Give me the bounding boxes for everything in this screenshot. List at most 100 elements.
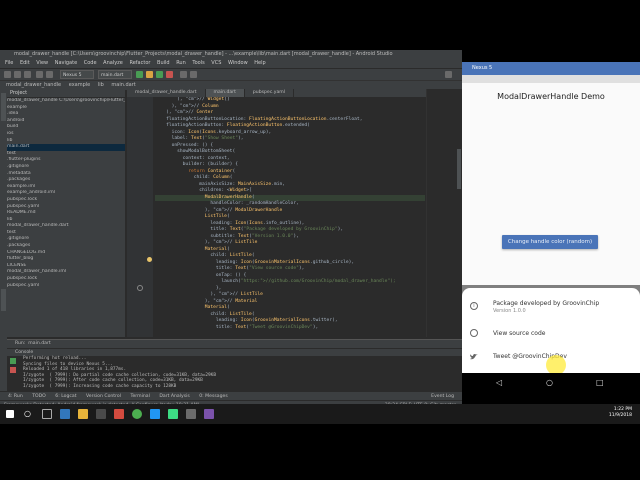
tree-item[interactable]: README.md xyxy=(7,210,125,217)
tool-run[interactable]: 4: Run xyxy=(8,394,23,399)
search-icon[interactable]: ○ xyxy=(24,409,33,418)
tree-item[interactable]: pubspec.lock xyxy=(7,197,125,204)
tree-item[interactable]: example xyxy=(7,105,125,112)
tree-item[interactable]: example_android.iml xyxy=(7,190,125,197)
tree-item[interactable]: lib xyxy=(7,217,125,224)
tree-item[interactable]: pubspec.lock xyxy=(7,276,125,283)
stop-icon[interactable] xyxy=(166,71,173,78)
menu-window[interactable]: Window xyxy=(228,60,248,66)
overview-icon[interactable]: □ xyxy=(596,378,604,387)
tree-item[interactable]: .metadata xyxy=(7,171,125,178)
tab-modal-drawer-handle[interactable]: modal_drawer_handle.dart xyxy=(127,89,206,97)
fold-icon[interactable] xyxy=(137,285,143,291)
stop-run-icon[interactable] xyxy=(10,367,16,373)
menu-file[interactable]: File xyxy=(5,60,13,66)
tree-item[interactable]: .packages xyxy=(7,177,125,184)
hot-reload-icon[interactable] xyxy=(146,71,153,78)
store-icon[interactable] xyxy=(96,409,106,419)
tree-item[interactable]: .flutter-plugins xyxy=(7,157,125,164)
vscode-icon[interactable] xyxy=(150,409,160,419)
tree-item[interactable]: test xyxy=(7,151,125,158)
tree-item[interactable]: .gitignore xyxy=(7,236,125,243)
code-editor[interactable]: ), "cm">// Widget[] ), "cm">// Column ),… xyxy=(155,97,425,337)
tree-item[interactable]: test xyxy=(7,230,125,237)
task-view-icon[interactable] xyxy=(42,409,52,419)
breadcrumb-item[interactable]: example xyxy=(69,82,91,88)
console-tab[interactable]: Console xyxy=(15,350,33,355)
sdk-manager-icon[interactable] xyxy=(180,71,187,78)
tree-item[interactable]: .packages xyxy=(7,243,125,250)
menu-refactor[interactable]: Refactor xyxy=(129,60,150,66)
debug-icon[interactable] xyxy=(156,71,163,78)
scroll-thumb[interactable] xyxy=(457,149,461,189)
tab-pubspec[interactable]: pubspec.yaml xyxy=(245,89,295,97)
list-item-title[interactable]: View source code xyxy=(493,330,545,337)
search-everywhere-icon[interactable] xyxy=(445,71,452,78)
taskbar-clock[interactable]: 1:22 PM 11/9/2018 xyxy=(609,407,632,419)
lightbulb-icon[interactable] xyxy=(147,257,152,262)
tree-item[interactable]: example.iml xyxy=(7,184,125,191)
tree-item[interactable]: lib xyxy=(7,138,125,145)
code-line[interactable]: title: Text("Tweet @GroovinChipDev"), xyxy=(155,325,425,332)
tree-item[interactable]: flutter_blog xyxy=(7,256,125,263)
menu-run[interactable]: Run xyxy=(176,60,186,66)
android-studio-icon[interactable] xyxy=(168,409,178,419)
tool-terminal[interactable]: Terminal xyxy=(130,394,149,399)
tree-item[interactable]: pubspec.yaml xyxy=(7,283,125,290)
tree-item[interactable]: CHANGELOG.md xyxy=(7,250,125,257)
code-line[interactable]: launch("https:">//github.com/GroovinChip… xyxy=(155,279,425,286)
mail-icon[interactable] xyxy=(114,409,124,419)
run-icon[interactable] xyxy=(136,71,143,78)
emulator-icon[interactable] xyxy=(186,409,196,419)
tree-item[interactable]: modal_drawer_handle.dart xyxy=(7,223,125,230)
tree-item[interactable]: modal_drawer_handle.iml xyxy=(7,269,125,276)
tree-item[interactable]: modal_drawer_handle C:\Users\groovinchip… xyxy=(7,98,125,105)
menu-tools[interactable]: Tools xyxy=(192,60,204,66)
editor-scrollbar[interactable] xyxy=(426,89,462,337)
breadcrumb-item[interactable]: lib xyxy=(98,82,104,88)
list-item-view-source[interactable]: View source code xyxy=(462,324,640,344)
chrome-icon[interactable] xyxy=(132,409,142,419)
tab-main-dart[interactable]: main.dart xyxy=(205,89,245,97)
run-tab[interactable]: main.dart xyxy=(28,341,50,346)
redo-icon[interactable] xyxy=(46,71,53,78)
menu-help[interactable]: Help xyxy=(254,60,265,66)
menu-code[interactable]: Code xyxy=(84,60,97,66)
windows-start-icon[interactable] xyxy=(6,410,14,418)
menu-edit[interactable]: Edit xyxy=(20,60,30,66)
tool-messages[interactable]: 0: Messages xyxy=(199,394,227,399)
app-icon[interactable] xyxy=(204,409,214,419)
tool-dart-analysis[interactable]: Dart Analysis xyxy=(159,394,189,399)
tree-item[interactable]: build xyxy=(7,124,125,131)
project-tool-tab[interactable] xyxy=(1,93,6,121)
menu-build[interactable]: Build xyxy=(157,60,170,66)
tree-item[interactable]: LICENSE xyxy=(7,263,125,270)
file-explorer-icon[interactable] xyxy=(78,409,88,419)
change-handle-color-button[interactable]: Change handle color (random) xyxy=(502,235,598,249)
tree-item[interactable]: .idea xyxy=(7,111,125,118)
menu-view[interactable]: View xyxy=(36,60,48,66)
rerun-icon[interactable] xyxy=(10,358,16,364)
back-icon[interactable]: ◁ xyxy=(496,378,502,387)
breadcrumb-item[interactable]: main.dart xyxy=(111,82,135,88)
tree-item[interactable]: pubspec.yaml xyxy=(7,204,125,211)
sync-icon[interactable] xyxy=(24,71,31,78)
undo-icon[interactable] xyxy=(36,71,43,78)
tree-item[interactable]: ios xyxy=(7,131,125,138)
save-icon[interactable] xyxy=(14,71,21,78)
open-folder-icon[interactable] xyxy=(4,71,11,78)
run-config-selector[interactable]: main.dart xyxy=(98,70,132,79)
avd-manager-icon[interactable] xyxy=(190,71,197,78)
menu-vcs[interactable]: VCS xyxy=(211,60,221,66)
tool-version-control[interactable]: Version Control xyxy=(86,394,121,399)
tree-item[interactable]: .gitignore xyxy=(7,164,125,171)
tree-item[interactable]: android xyxy=(7,118,125,125)
breadcrumb-item[interactable]: modal_drawer_handle xyxy=(6,82,61,88)
menu-analyze[interactable]: Analyze xyxy=(103,60,123,66)
structure-tool-tab[interactable] xyxy=(1,289,6,311)
edge-icon[interactable] xyxy=(60,409,70,419)
tree-item[interactable]: main.dart xyxy=(7,144,125,151)
home-icon[interactable]: ○ xyxy=(546,378,553,387)
device-selector[interactable]: Nexus 5 xyxy=(60,70,94,79)
tool-todo[interactable]: TODO xyxy=(32,394,46,399)
